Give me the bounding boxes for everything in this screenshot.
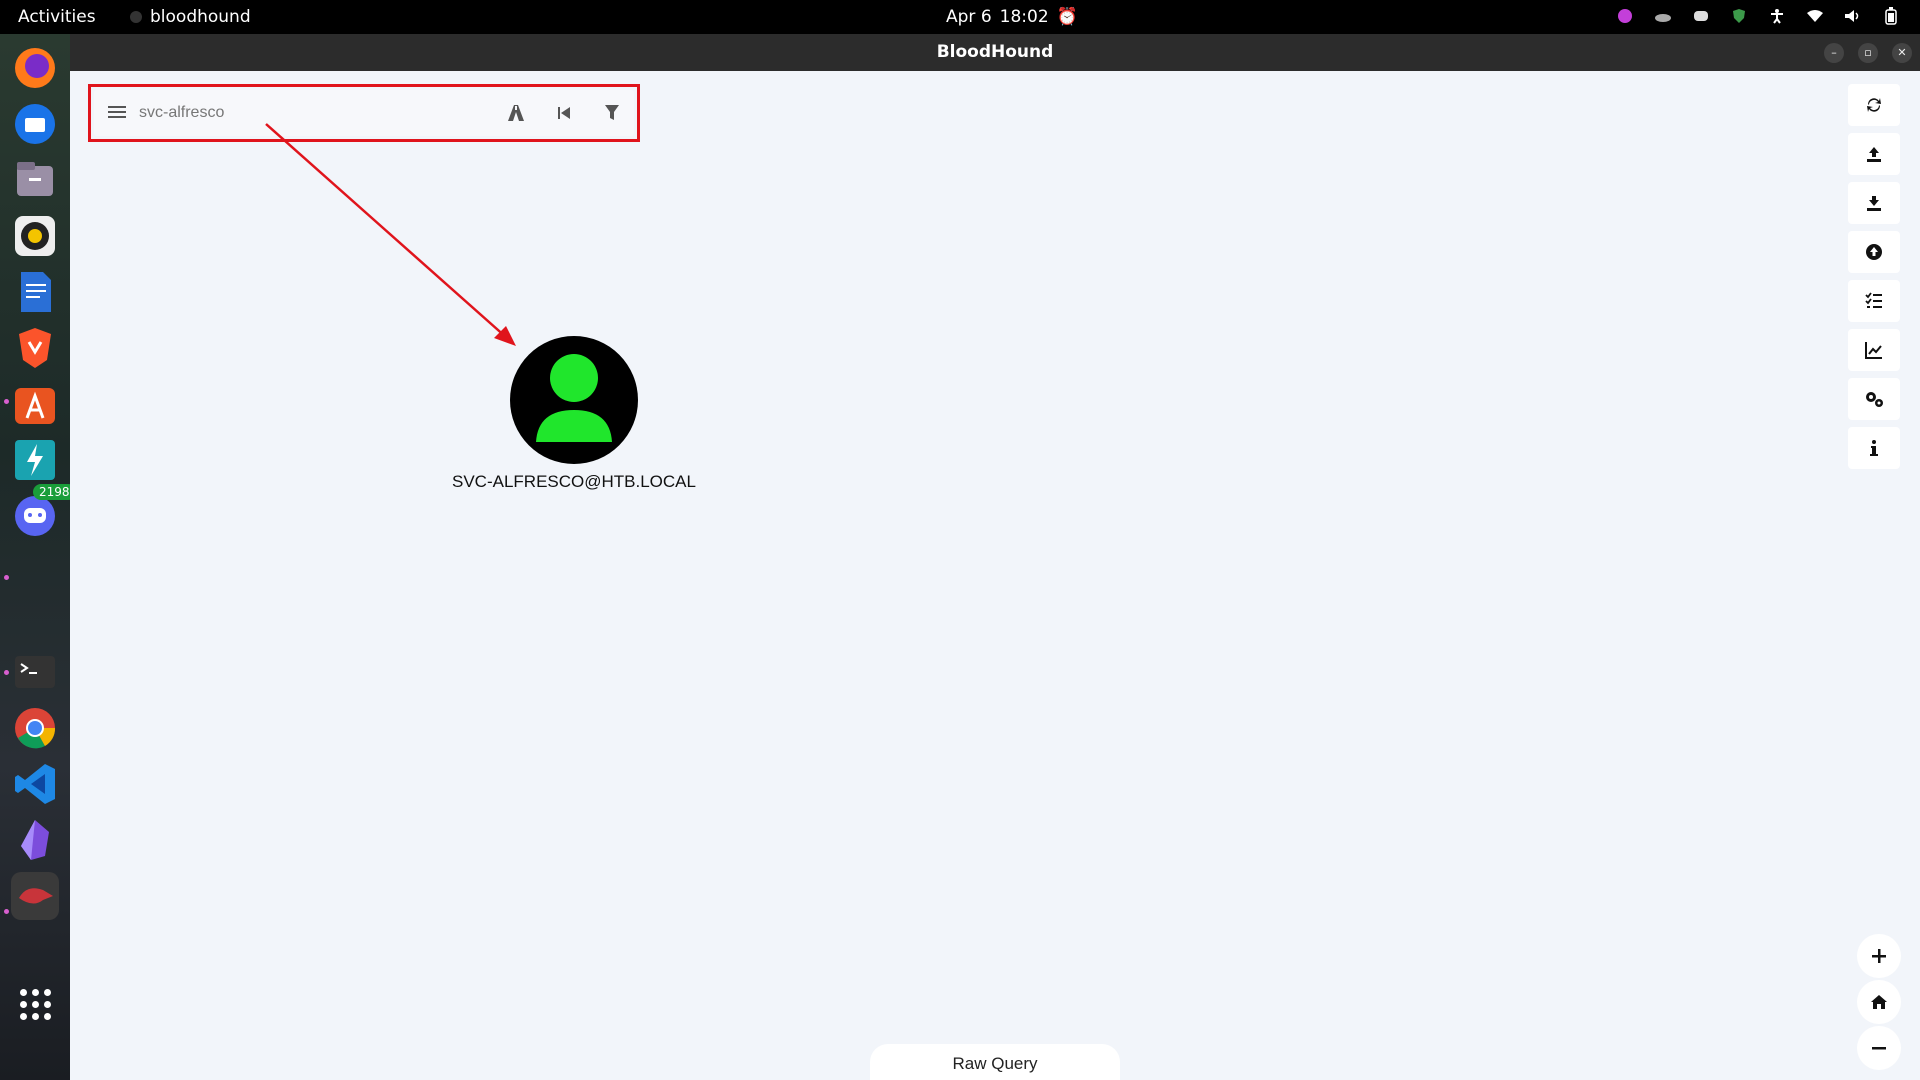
plus-icon — [1872, 949, 1886, 963]
burp-icon[interactable] — [11, 436, 59, 484]
gears-icon — [1866, 392, 1883, 407]
firefox-tray-icon[interactable] — [1616, 7, 1634, 25]
clock-time: 18:02 — [999, 7, 1049, 27]
export-graph-button[interactable] — [1848, 133, 1900, 175]
dock: 2198 — [0, 34, 76, 1080]
minus-icon — [1872, 1047, 1886, 1050]
upload-data-button[interactable] — [1848, 231, 1900, 273]
app-menu-label: bloodhound — [150, 7, 251, 27]
running-indicator — [4, 575, 9, 580]
rhythmbox-icon[interactable] — [11, 212, 59, 260]
about-button[interactable] — [1848, 427, 1900, 469]
alarm-icon: ⏰ — [1056, 7, 1078, 27]
running-indicator — [4, 670, 9, 675]
apps-grid-icon — [19, 988, 51, 1020]
wifi-icon[interactable] — [1806, 7, 1824, 25]
queries-button[interactable] — [1848, 280, 1900, 322]
system-top-bar: Activities bloodhound Apr 6 18:02 ⏰ — [0, 0, 1920, 34]
refresh-button[interactable] — [1848, 84, 1900, 126]
discord-icon[interactable]: 2198 — [11, 484, 76, 540]
obsidian-icon[interactable] — [11, 816, 59, 864]
info-icon — [1870, 440, 1878, 456]
thunderbird-icon[interactable] — [11, 100, 59, 148]
clock-date: Apr 6 — [946, 7, 992, 27]
user-node[interactable] — [510, 336, 638, 464]
shield-icon[interactable] — [1730, 7, 1748, 25]
cloud-icon[interactable] — [1654, 7, 1672, 25]
database-info-button[interactable] — [1848, 329, 1900, 371]
system-tray — [1616, 7, 1900, 25]
bloodhound-app-icon — [130, 11, 142, 23]
window-title: BloodHound — [936, 42, 1054, 62]
vscode-icon[interactable] — [11, 760, 59, 808]
chrome-icon[interactable] — [11, 704, 59, 752]
annotation-arrow — [265, 123, 516, 346]
files-icon[interactable] — [11, 156, 59, 204]
upload-circle-icon — [1866, 244, 1882, 260]
upload-icon — [1867, 147, 1881, 162]
app-menu[interactable]: bloodhound — [130, 7, 251, 27]
activities-button[interactable]: Activities — [18, 7, 96, 27]
refresh-icon — [1867, 98, 1881, 112]
zoom-in-button[interactable] — [1857, 934, 1901, 978]
tasks-icon — [1865, 292, 1882, 308]
battery-icon[interactable] — [1882, 7, 1900, 25]
clock[interactable]: Apr 6 18:02 ⏰ — [946, 7, 1078, 27]
volume-icon[interactable] — [1844, 7, 1862, 25]
firefox-icon[interactable] — [11, 44, 59, 92]
running-indicator — [4, 909, 9, 914]
user-icon — [536, 354, 612, 442]
show-apps-button[interactable] — [11, 980, 59, 1028]
bloodhound-window: BloodHound – ▫ ✕ SVC-ALFRE — [70, 34, 1920, 1080]
home-icon — [1871, 995, 1887, 1009]
brave-icon[interactable] — [11, 324, 59, 372]
settings-button[interactable] — [1848, 378, 1900, 420]
import-graph-button[interactable] — [1848, 182, 1900, 224]
close-icon[interactable]: ✕ — [1892, 43, 1912, 63]
zoom-out-button[interactable] — [1857, 1026, 1901, 1070]
libreoffice-writer-icon[interactable] — [11, 268, 59, 316]
chart-line-icon — [1865, 342, 1882, 359]
discord-tray-icon[interactable] — [1692, 7, 1710, 25]
maximize-icon[interactable]: ▫ — [1858, 43, 1878, 63]
app-center-icon[interactable] — [11, 380, 59, 428]
raw-query-toggle[interactable]: Raw Query — [870, 1044, 1120, 1080]
reset-view-button[interactable] — [1857, 980, 1901, 1024]
download-icon — [1867, 196, 1881, 211]
running-indicator — [4, 399, 9, 404]
bloodhound-dock-icon[interactable] — [11, 872, 59, 920]
node-label: SVC-ALFRESCO@HTB.LOCAL — [452, 472, 696, 491]
minimize-icon[interactable]: – — [1824, 43, 1844, 63]
accessibility-icon[interactable] — [1768, 7, 1786, 25]
terminal-icon[interactable] — [11, 648, 59, 696]
